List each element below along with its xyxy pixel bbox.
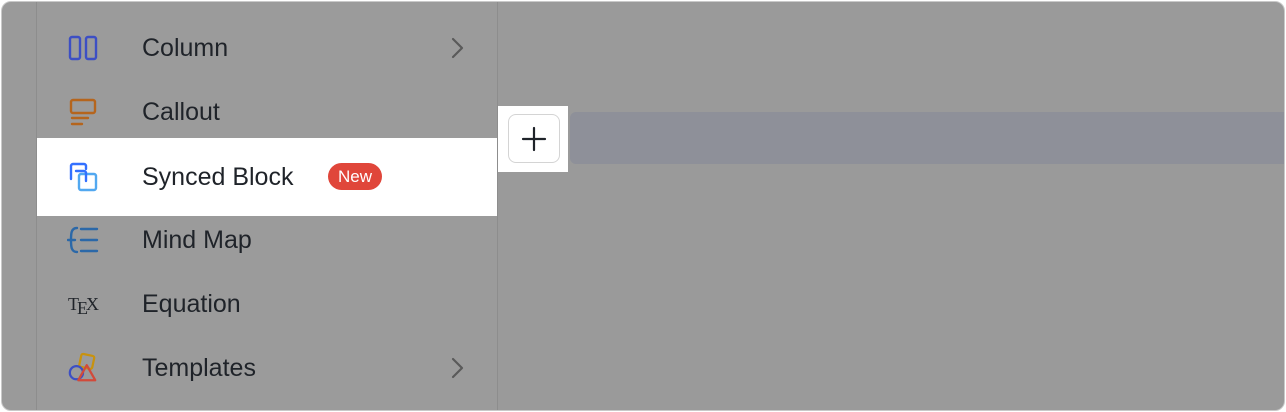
menu-item-label: Synced Block: [142, 163, 294, 191]
add-block-highlight: [498, 106, 568, 172]
menu-item-label: Callout: [142, 98, 220, 126]
menu-item-label: Equation: [142, 290, 241, 318]
templates-icon: [67, 352, 99, 384]
chevron-right-icon: [451, 37, 464, 59]
new-badge: New: [328, 163, 383, 190]
menu-item-equation[interactable]: TEX Equation: [37, 272, 497, 336]
block-placeholder-bar: [570, 112, 1284, 164]
callout-icon: [67, 96, 99, 128]
menu-item-callout[interactable]: Callout: [37, 80, 497, 144]
menu-item-synced-block[interactable]: Synced Block New: [37, 138, 497, 216]
editor-frame: Column Callout Synced Block New Mind Map…: [1, 1, 1285, 411]
column-icon: [67, 32, 99, 64]
chevron-right-icon: [451, 357, 464, 379]
add-block-button[interactable]: [508, 114, 560, 163]
tex-logo-icon: TEX: [68, 294, 99, 318]
block-insert-menu: Column Callout Synced Block New Mind Map…: [36, 2, 498, 410]
synced-block-icon: [67, 161, 99, 193]
mind-map-icon: [67, 224, 99, 256]
menu-item-templates[interactable]: Templates: [37, 336, 497, 400]
menu-item-column[interactable]: Column: [37, 16, 497, 80]
menu-item-label: Column: [142, 34, 229, 62]
equation-icon: TEX: [67, 288, 99, 320]
menu-item-label: Templates: [142, 354, 256, 382]
menu-item-mind-map[interactable]: Mind Map: [37, 208, 497, 272]
plus-icon: [521, 126, 547, 151]
menu-item-label: Mind Map: [142, 226, 252, 254]
